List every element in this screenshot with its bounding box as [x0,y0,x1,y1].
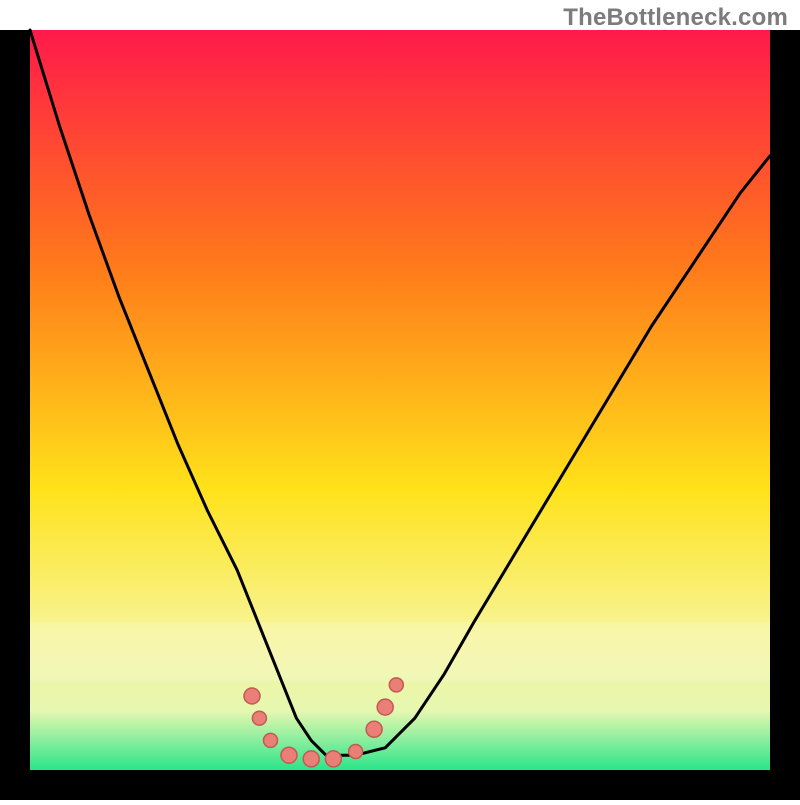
curve-marker [389,678,403,692]
curve-marker [349,745,363,759]
chart-svg [0,0,800,800]
curve-marker [252,711,266,725]
highlight-band [30,622,770,681]
curve-marker [264,733,278,747]
plot-border-segment [770,30,800,770]
curve-marker [281,747,297,763]
curve-marker [303,751,319,767]
curve-marker [244,688,260,704]
curve-marker [366,721,382,737]
curve-marker [377,699,393,715]
plot-border-segment [0,770,800,800]
bottleneck-chart [0,0,800,800]
curve-marker [325,751,341,767]
plot-border-segment [0,30,30,770]
